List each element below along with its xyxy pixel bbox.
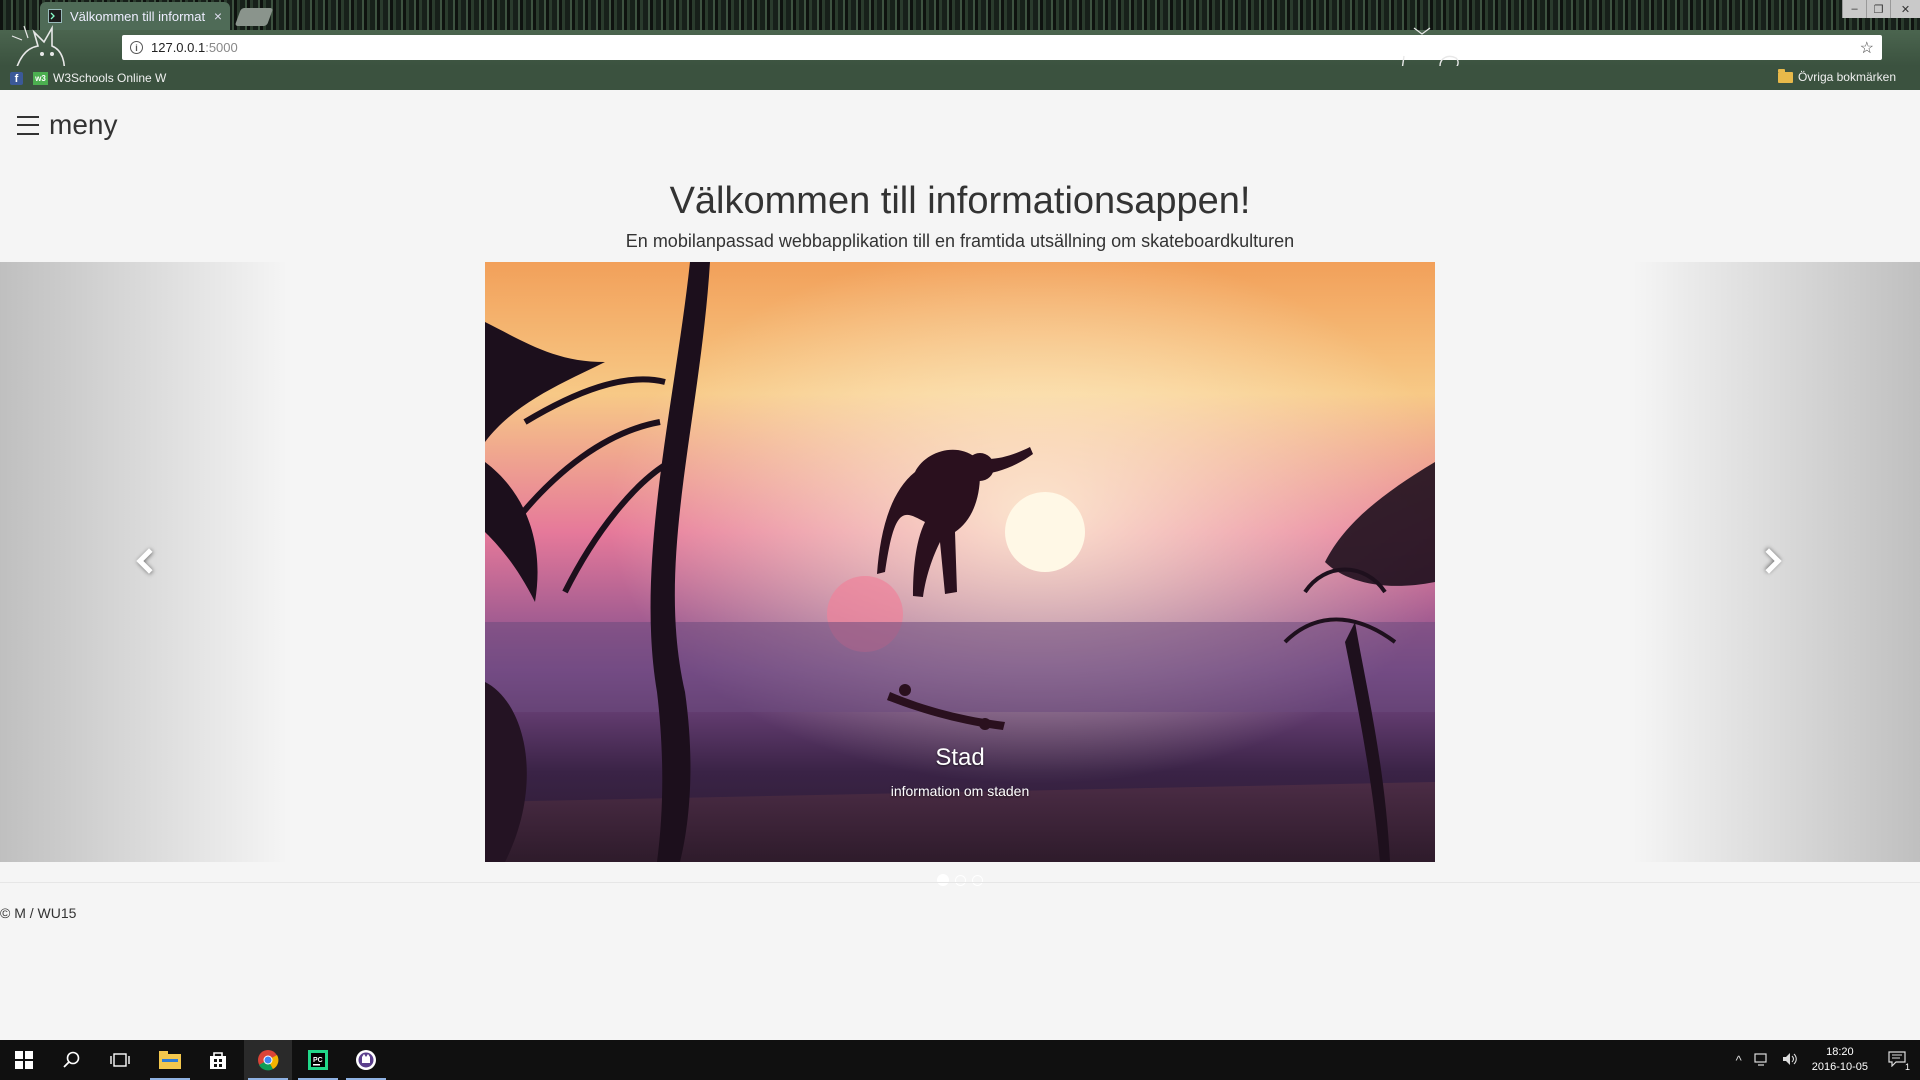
slide-caption-text: information om staden <box>890 783 1030 799</box>
folder-icon <box>1777 68 1793 83</box>
tab-close-icon[interactable]: × <box>214 9 222 23</box>
task-view-icon[interactable] <box>96 1040 144 1080</box>
volume-icon[interactable] <box>1782 1052 1798 1069</box>
chevron-up-icon[interactable]: ^ <box>1736 1053 1742 1068</box>
chevron-left-icon <box>136 548 162 574</box>
address-bar[interactable]: i 127.0.0.1 :5000 ☆ <box>122 35 1882 60</box>
store-icon[interactable] <box>194 1040 242 1080</box>
bookmark-w3schools[interactable]: w3 W3Schools Online W <box>33 71 166 85</box>
slide-caption-title: Stad <box>935 744 985 771</box>
menu-label: meny <box>49 109 118 140</box>
carousel-prev-button[interactable] <box>0 262 288 862</box>
menu-button[interactable]: meny <box>17 109 117 141</box>
carousel-indicator-dot[interactable] <box>955 875 966 886</box>
tab-title: Välkommen till informati <box>70 8 206 24</box>
page-subtitle: En mobilanpassad webbapplikation till en… <box>625 231 1295 251</box>
close-window-icon[interactable]: ✕ <box>1890 0 1920 18</box>
carousel-indicator-dot[interactable] <box>937 874 949 886</box>
bookmarks-bar: f w3 W3Schools Online W Övriga bokmärken <box>0 66 1920 90</box>
restore-icon[interactable]: ❐ <box>1866 0 1890 18</box>
clock-time: 18:20 <box>1826 1046 1854 1058</box>
carousel-indicator-dot[interactable] <box>972 875 983 886</box>
bookmark-label: W3Schools Online W <box>53 71 167 85</box>
pycharm-icon[interactable]: PC <box>294 1040 342 1080</box>
system-tray: ^ 18:20 2016-10-05 1 <box>1730 1040 1920 1080</box>
chrome-icon[interactable] <box>244 1040 292 1080</box>
footer-divider <box>0 882 1920 883</box>
image-carousel: Stad information om staden <box>0 262 1920 862</box>
footer-text: © M / WU15 <box>0 905 77 921</box>
w3schools-icon: w3 <box>33 71 48 85</box>
page-title: Välkommen till informationsappen! <box>669 180 1251 222</box>
new-tab-button[interactable] <box>234 8 274 26</box>
network-icon[interactable] <box>1754 1052 1770 1069</box>
carousel-slide: Stad information om staden <box>485 262 1435 862</box>
search-icon[interactable] <box>48 1040 96 1080</box>
browser-toolbar: i 127.0.0.1 :5000 ☆ <box>0 30 1920 66</box>
svg-text:PC: PC <box>313 1057 323 1064</box>
action-center-icon[interactable]: 1 <box>1888 1050 1910 1072</box>
hamburger-icon <box>17 115 39 135</box>
bookmark-star-icon[interactable]: ☆ <box>1860 38 1874 58</box>
clock-date: 2016-10-05 <box>1811 1061 1868 1073</box>
notification-count: 1 <box>1904 1061 1910 1072</box>
bookmark-facebook[interactable]: f <box>10 71 23 85</box>
minimize-icon[interactable]: – <box>1842 0 1866 18</box>
window-controls: – ❐ ✕ <box>1842 0 1920 18</box>
site-info-icon[interactable]: i <box>130 41 143 54</box>
chevron-right-icon <box>1756 548 1782 574</box>
url-host: 127.0.0.1 <box>151 40 206 55</box>
windows-taskbar: PC ^ 18:20 2016-10-05 1 <box>0 1040 1920 1080</box>
other-bookmarks-label: Övriga bokmärken <box>1797 70 1896 84</box>
app-icon[interactable] <box>342 1040 390 1080</box>
url-port: :5000 <box>205 40 238 55</box>
carousel-indicators <box>937 874 983 886</box>
start-icon[interactable] <box>0 1040 48 1080</box>
skateboard-sunset-image <box>485 262 1435 862</box>
clock[interactable]: 18:20 2016-10-05 <box>1812 1045 1868 1075</box>
other-bookmarks[interactable]: Övriga bokmärken <box>1777 68 1896 84</box>
file-explorer-icon[interactable] <box>146 1040 194 1080</box>
carousel-next-button[interactable] <box>1632 262 1920 862</box>
browser-tabstrip: Välkommen till informati × – ❐ ✕ <box>0 0 1920 30</box>
facebook-icon: f <box>10 71 23 85</box>
